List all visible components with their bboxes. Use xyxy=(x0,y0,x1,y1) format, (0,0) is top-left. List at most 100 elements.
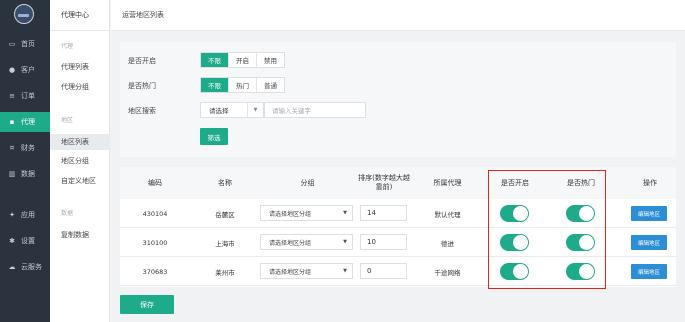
header-sort: 排序(数字越大越靠前) xyxy=(358,174,410,191)
header-group: 分组 xyxy=(300,178,315,187)
sidebar-item-label: 财务 xyxy=(21,144,35,152)
cell-agent: 千途网络 xyxy=(434,268,461,277)
sidebar-item-finance[interactable]: ¤ 财务 xyxy=(0,138,50,158)
group-select-value: 请选择地区分组 xyxy=(269,268,312,276)
table-header: 编码 名称 分组 排序(数字越大越靠前) 所属代理 是否开启 是否热门 操作 xyxy=(120,167,676,199)
subnav-item-agent-group[interactable]: 代理分组 xyxy=(61,82,89,92)
sort-input[interactable]: 14 xyxy=(360,205,407,221)
chevron-down-icon: ▼ xyxy=(247,103,263,117)
header-hot: 是否热门 xyxy=(567,178,595,187)
open-toggle[interactable] xyxy=(500,205,529,222)
open-option-on[interactable]: 开启 xyxy=(229,53,257,67)
hot-option-hot[interactable]: 热门 xyxy=(229,78,257,92)
open-filter-label: 是否开启 xyxy=(128,57,156,65)
region-select-value: 请选择 xyxy=(209,107,229,115)
subnav-item-agent-list[interactable]: 代理列表 xyxy=(61,62,89,72)
cloud-icon: ☁ xyxy=(8,263,16,271)
region-select[interactable]: 请选择 ▼ xyxy=(200,102,264,118)
region-table: 编码 名称 分组 排序(数字越大越靠前) 所属代理 是否开启 是否热门 操作 4… xyxy=(120,167,676,287)
group-select[interactable]: 请选择地区分组 ▼ xyxy=(260,205,353,221)
subnav-group-label: 地区 xyxy=(61,117,74,124)
logo xyxy=(14,4,34,24)
sidebar-item-label: 数据 xyxy=(21,170,35,178)
edit-region-button[interactable]: 编辑地区 xyxy=(631,235,667,250)
table-row: 430104 岳麓区 请选择地区分组 ▼ 14 默认代理 编辑地区 xyxy=(120,199,676,228)
open-toggle[interactable] xyxy=(500,234,529,251)
gear-icon: ✱ xyxy=(9,237,15,245)
monitor-icon: ▭ xyxy=(8,40,16,48)
header-code: 编码 xyxy=(148,178,162,187)
subnav-item-custom-region[interactable]: 自定义地区 xyxy=(61,176,96,186)
sidebar-item-settings[interactable]: ✱ 设置 xyxy=(0,231,50,251)
apps-icon: ✦ xyxy=(9,211,15,219)
table-row: 370683 莱州市 请选择地区分组 ▼ 0 千途网络 编辑地区 xyxy=(120,257,676,286)
sidebar-item-home[interactable]: ▭ 首页 xyxy=(0,34,50,54)
cell-code: 310100 xyxy=(142,238,168,247)
keyword-input[interactable]: 请输入关键字 xyxy=(264,102,366,118)
hot-option-any[interactable]: 不限 xyxy=(201,78,229,92)
edit-region-button[interactable]: 编辑地区 xyxy=(631,264,667,279)
sidebar-item-order[interactable]: ≡ 订单 xyxy=(0,86,50,106)
open-filter-group: 不限 开启 禁用 xyxy=(200,52,285,68)
cell-name: 上海市 xyxy=(215,239,235,248)
hot-toggle[interactable] xyxy=(566,205,595,222)
sidebar-item-apps[interactable]: ✦ 应用 xyxy=(0,205,50,225)
filter-button[interactable]: 筛选 xyxy=(200,128,228,145)
hot-toggle[interactable] xyxy=(566,263,595,280)
list-icon: ≡ xyxy=(9,92,15,100)
sidebar-item-label: 代理 xyxy=(21,118,35,126)
sidebar-item-label: 云服务 xyxy=(21,263,42,271)
group-select-value: 请选择地区分组 xyxy=(269,239,312,247)
sidebar-item-agent[interactable]: ▪ 代理 xyxy=(0,112,50,132)
header-action: 操作 xyxy=(643,178,657,187)
finance-icon: ¤ xyxy=(9,144,15,152)
hot-filter-group: 不限 热门 普通 xyxy=(200,77,285,93)
cell-name: 莱州市 xyxy=(215,268,235,277)
filter-panel: 是否开启 不限 开启 禁用 是否热门 不限 热门 普通 地区搜索 请选择 ▼ 请输… xyxy=(120,42,676,157)
book-icon: ▪ xyxy=(9,118,15,126)
open-option-any[interactable]: 不限 xyxy=(201,53,229,67)
main-sidebar: ▭ 首页 ● 客户 ≡ 订单 ▪ 代理 ¤ 财务 ▥ 数据 ✦ 应用 ✱ 设置 ☁ 云服务 xyxy=(0,0,50,322)
sidebar-item-label: 应用 xyxy=(21,211,35,219)
cell-agent: 德进 xyxy=(441,239,454,248)
open-option-off[interactable]: 禁用 xyxy=(257,53,284,67)
subnav-item-region-group[interactable]: 地区分组 xyxy=(61,156,89,166)
sort-input[interactable]: 10 xyxy=(360,234,407,250)
user-icon: ● xyxy=(8,66,16,74)
sidebar-item-label: 首页 xyxy=(21,40,35,48)
cell-name: 岳麓区 xyxy=(215,210,235,219)
subnav-title: 代理中心 xyxy=(50,0,110,31)
header-name: 名称 xyxy=(218,178,232,187)
chart-icon: ▥ xyxy=(8,170,16,178)
subnav-group-label: 代理 xyxy=(61,43,74,50)
cell-agent: 默认代理 xyxy=(434,210,461,219)
subnav-group-label: 数据 xyxy=(61,210,74,217)
sidebar-item-label: 客户 xyxy=(21,66,35,74)
hot-filter-label: 是否热门 xyxy=(128,82,156,90)
chevron-down-icon: ▼ xyxy=(343,268,347,274)
sidebar-item-customer[interactable]: ● 客户 xyxy=(0,60,50,80)
hot-toggle[interactable] xyxy=(566,234,595,251)
header-agent: 所属代理 xyxy=(433,178,462,187)
header-open: 是否开启 xyxy=(501,178,529,187)
sub-navigation: 代理中心 代理 代理列表 代理分组 地区 地区列表 地区分组 自定义地区 数据 … xyxy=(50,0,110,322)
table-row: 310100 上海市 请选择地区分组 ▼ 10 德进 编辑地区 xyxy=(120,228,676,257)
group-select[interactable]: 请选择地区分组 ▼ xyxy=(260,234,353,250)
cell-code: 370683 xyxy=(142,267,168,276)
subnav-item-copy-data[interactable]: 复制数据 xyxy=(61,230,89,240)
edit-region-button[interactable]: 编辑地区 xyxy=(631,206,667,221)
chevron-down-icon: ▼ xyxy=(343,210,347,216)
sidebar-item-cloud[interactable]: ☁ 云服务 xyxy=(0,257,50,277)
sidebar-item-label: 订单 xyxy=(21,92,35,100)
hot-option-normal[interactable]: 普通 xyxy=(257,78,284,92)
sidebar-item-data[interactable]: ▥ 数据 xyxy=(0,164,50,184)
save-button[interactable]: 保存 xyxy=(120,295,174,314)
group-select-value: 请选择地区分组 xyxy=(269,210,312,218)
group-select[interactable]: 请选择地区分组 ▼ xyxy=(260,263,353,279)
region-search-label: 地区搜索 xyxy=(128,107,156,115)
chevron-down-icon: ▼ xyxy=(343,239,347,245)
subnav-item-region-list[interactable]: 地区列表 xyxy=(50,134,110,150)
open-toggle[interactable] xyxy=(500,263,529,280)
sidebar-item-label: 设置 xyxy=(21,237,35,245)
sort-input[interactable]: 0 xyxy=(360,263,407,279)
